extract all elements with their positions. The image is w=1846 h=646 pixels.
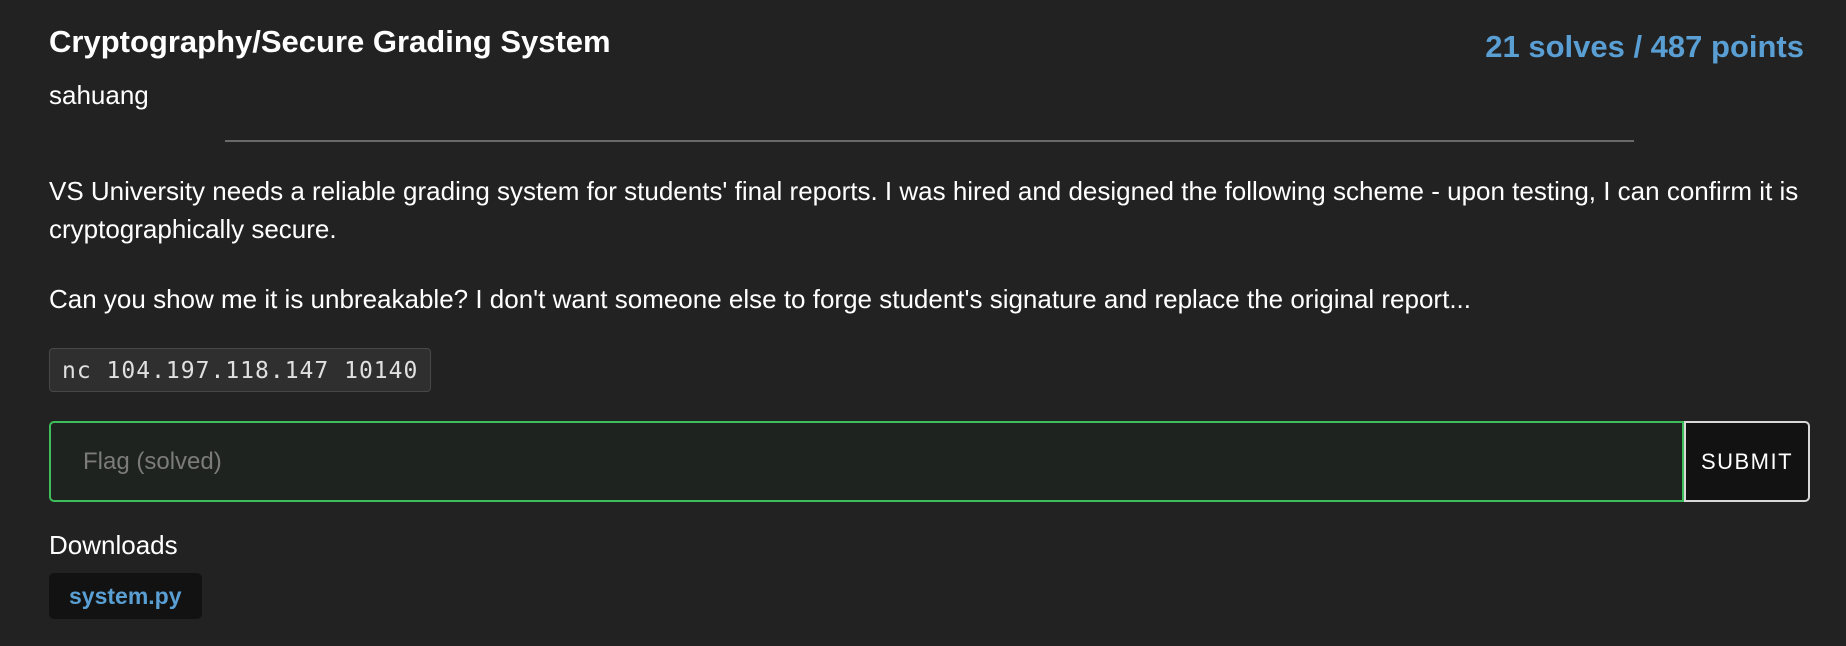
connection-command: nc 104.197.118.147 10140 <box>49 348 432 392</box>
divider <box>225 140 1634 142</box>
downloads-heading: Downloads <box>49 530 178 560</box>
challenge-author: sahuang <box>49 80 149 110</box>
flag-form: SUBMIT <box>49 421 1810 502</box>
flag-input[interactable] <box>49 421 1684 502</box>
description-paragraph: VS University needs a reliable grading s… <box>49 176 1799 244</box>
description-paragraph: Can you show me it is unbreakable? I don… <box>49 284 1471 314</box>
challenge-title: Cryptography/Secure Grading System <box>49 24 611 59</box>
download-link-system-py[interactable]: system.py <box>49 573 202 619</box>
challenge-header: Cryptography/Secure Grading System 21 so… <box>49 22 1809 72</box>
challenge-score: 21 solves / 487 points <box>1485 29 1804 64</box>
challenge-card: Cryptography/Secure Grading System 21 so… <box>49 0 1810 646</box>
submit-button[interactable]: SUBMIT <box>1684 421 1810 502</box>
challenge-description: VS University needs a reliable grading s… <box>49 172 1809 350</box>
